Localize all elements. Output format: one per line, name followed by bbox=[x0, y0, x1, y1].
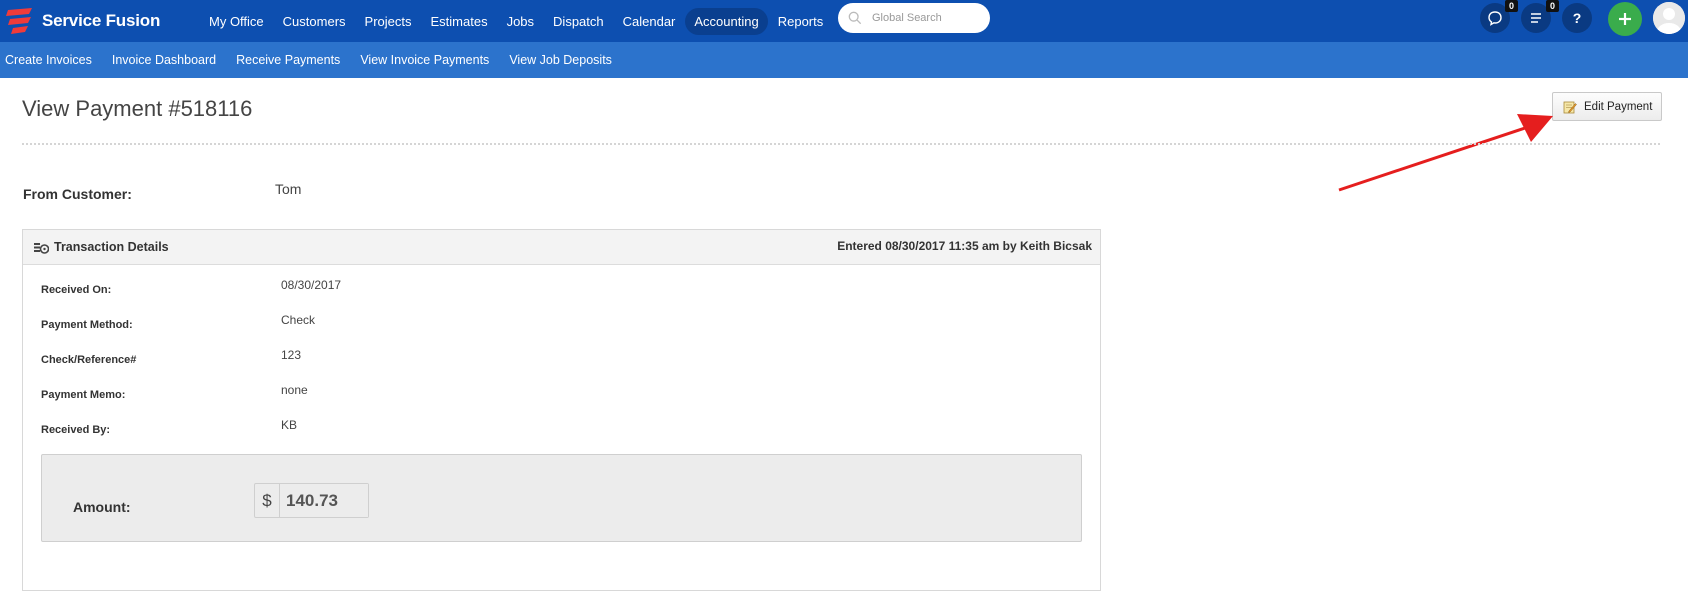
nav-item-reports[interactable]: Reports bbox=[769, 8, 833, 35]
nav-item-my-office[interactable]: My Office bbox=[200, 8, 273, 35]
panel-header: Transaction Details Entered 08/30/2017 1… bbox=[23, 230, 1100, 265]
nav-item-calendar[interactable]: Calendar bbox=[614, 8, 685, 35]
avatar-icon bbox=[1653, 2, 1685, 34]
tasks-count-badge: 0 bbox=[1545, 0, 1559, 12]
edit-payment-button[interactable]: Edit Payment bbox=[1552, 92, 1662, 121]
transaction-details-panel: Transaction Details Entered 08/30/2017 1… bbox=[22, 229, 1101, 591]
help-icon: ? bbox=[1572, 10, 1582, 26]
entered-info: Entered 08/30/2017 11:35 am by Keith Bic… bbox=[837, 239, 1092, 253]
tasks-icon bbox=[1531, 13, 1541, 23]
nav-item-customers[interactable]: Customers bbox=[274, 8, 355, 35]
help-button[interactable]: ? bbox=[1562, 3, 1592, 33]
logo-icon bbox=[6, 8, 32, 34]
subnav-invoice-dashboard[interactable]: Invoice Dashboard bbox=[102, 53, 226, 67]
brand-logo[interactable]: Service Fusion bbox=[4, 4, 160, 38]
amount-label: Amount: bbox=[73, 499, 131, 515]
nav-item-accounting[interactable]: Accounting bbox=[685, 7, 768, 35]
brand-name: Service Fusion bbox=[42, 11, 161, 30]
detail-value: 08/30/2017 bbox=[281, 278, 342, 292]
detail-row-received-by: Received By: KB bbox=[41, 418, 1081, 438]
annotation-arrow bbox=[1338, 114, 1553, 192]
tasks-button[interactable]: 0 bbox=[1521, 0, 1559, 33]
plus-icon bbox=[1619, 13, 1631, 25]
top-navbar: Service Fusion My Office Customers Proje… bbox=[0, 0, 1688, 42]
global-search[interactable] bbox=[838, 3, 990, 33]
search-input[interactable] bbox=[870, 11, 984, 25]
detail-row-check-reference: Check/Reference# 123 bbox=[41, 348, 1081, 368]
subnav-view-invoice-payments[interactable]: View Invoice Payments bbox=[350, 53, 499, 67]
chat-button[interactable]: 0 bbox=[1480, 0, 1518, 33]
coins-icon bbox=[34, 243, 49, 254]
panel-title: Transaction Details bbox=[54, 240, 169, 254]
page-title: View Payment #518116 bbox=[22, 96, 253, 121]
detail-row-payment-method: Payment Method: Check bbox=[41, 313, 1081, 333]
nav-item-estimates[interactable]: Estimates bbox=[422, 8, 497, 35]
detail-value: none bbox=[281, 383, 308, 397]
sub-navbar: Create Invoices Invoice Dashboard Receiv… bbox=[0, 42, 1688, 78]
detail-value: Check bbox=[281, 313, 316, 327]
detail-value: 123 bbox=[281, 348, 302, 362]
from-customer-label: From Customer: bbox=[23, 186, 132, 202]
nav-item-dispatch[interactable]: Dispatch bbox=[544, 8, 613, 35]
edit-icon bbox=[1563, 101, 1577, 113]
detail-label: Received On: bbox=[41, 284, 112, 296]
detail-label: Payment Memo: bbox=[41, 389, 126, 401]
detail-value: KB bbox=[281, 418, 298, 432]
edit-payment-label: Edit Payment bbox=[1584, 100, 1653, 113]
detail-label: Check/Reference# bbox=[41, 354, 137, 366]
amount-field: $ bbox=[254, 483, 369, 518]
search-icon bbox=[848, 11, 862, 25]
detail-row-received-on: Received On: 08/30/2017 bbox=[41, 278, 1081, 298]
nav-item-jobs[interactable]: Jobs bbox=[498, 8, 543, 35]
subnav-receive-payments[interactable]: Receive Payments bbox=[226, 53, 350, 67]
subnav-create-invoices[interactable]: Create Invoices bbox=[0, 53, 102, 67]
currency-symbol: $ bbox=[255, 484, 280, 517]
detail-label: Payment Method: bbox=[41, 319, 133, 331]
detail-row-payment-memo: Payment Memo: none bbox=[41, 383, 1081, 403]
from-customer-value: Tom bbox=[275, 181, 302, 197]
subnav-view-job-deposits[interactable]: View Job Deposits bbox=[499, 53, 622, 67]
chat-icon bbox=[1488, 11, 1502, 26]
main-nav: My Office Customers Projects Estimates J… bbox=[200, 0, 833, 42]
detail-label: Received By: bbox=[41, 424, 111, 436]
chat-count-badge: 0 bbox=[1504, 0, 1518, 12]
add-button[interactable] bbox=[1608, 2, 1642, 36]
header-divider bbox=[22, 143, 1660, 145]
amount-box: Amount: $ bbox=[41, 454, 1082, 542]
nav-item-projects[interactable]: Projects bbox=[356, 8, 421, 35]
user-avatar[interactable] bbox=[1653, 2, 1685, 34]
amount-value bbox=[280, 484, 368, 517]
